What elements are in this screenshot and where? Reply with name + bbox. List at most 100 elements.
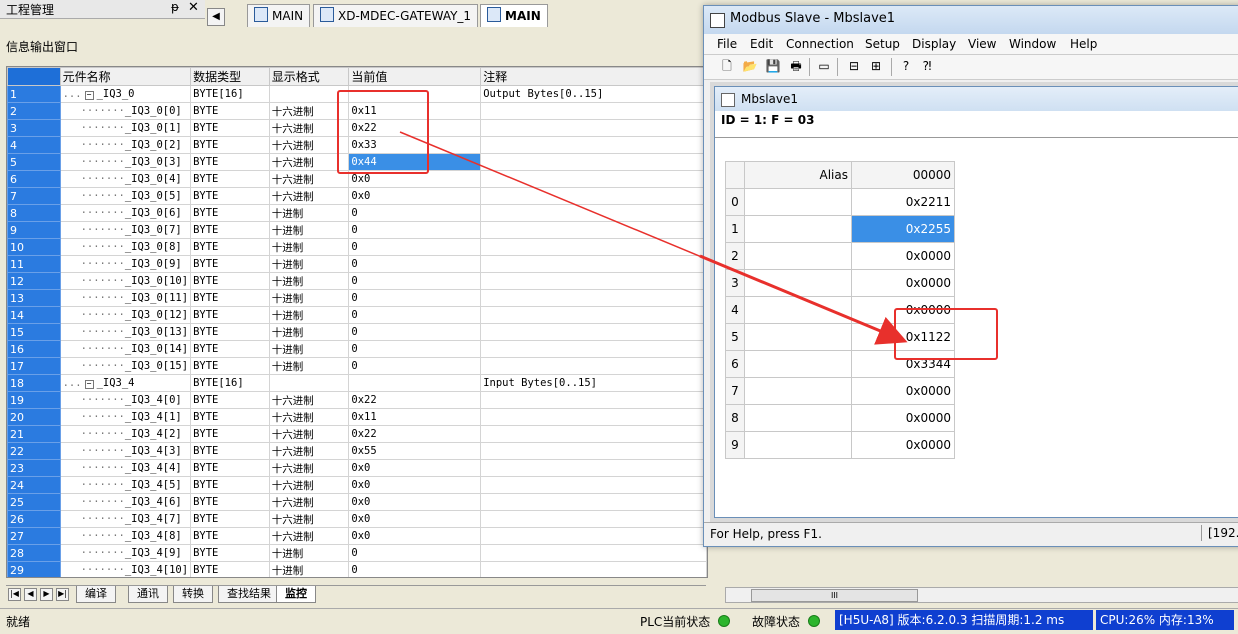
type-cell[interactable]: BYTE	[190, 119, 270, 137]
format-cell[interactable]: 十进制	[268, 561, 350, 577]
row-number[interactable]: 24	[7, 476, 61, 494]
value-cell[interactable]: 0x0	[348, 476, 482, 494]
comment-cell[interactable]	[480, 170, 707, 188]
disconnect-icon[interactable]: ⊞	[868, 58, 884, 74]
value-cell[interactable]: 0x0	[348, 493, 482, 511]
table-row[interactable]: 15 ·······_IQ3_0[13] BYTE 十进制 0	[7, 323, 707, 341]
row-number[interactable]: 7	[7, 187, 61, 205]
value-cell[interactable]: 0	[348, 340, 482, 358]
type-cell[interactable]: BYTE	[190, 340, 270, 358]
modbus-title-bar[interactable]: Modbus Slave - Mbslave1	[704, 6, 1238, 34]
name-cell[interactable]: ·······_IQ3_0[14]	[59, 340, 192, 358]
comment-cell[interactable]	[480, 272, 707, 290]
register-value[interactable]: 0x0000	[851, 269, 955, 297]
row-number[interactable]: 13	[7, 289, 61, 307]
name-cell[interactable]: ·······_IQ3_4[0]	[59, 391, 192, 409]
format-cell[interactable]: 十六进制	[268, 493, 350, 511]
row-number[interactable]: 5	[7, 153, 61, 171]
comment-cell[interactable]	[480, 323, 707, 341]
type-cell[interactable]: BYTE[16]	[190, 85, 270, 103]
register-value[interactable]: 0x0000	[851, 377, 955, 405]
value-cell[interactable]: 0	[348, 544, 482, 562]
tab-main-2[interactable]: MAIN	[480, 4, 548, 27]
value-cell[interactable]: 0	[348, 255, 482, 273]
alias-cell[interactable]	[744, 242, 852, 270]
table-row[interactable]: 12 ·······_IQ3_0[10] BYTE 十进制 0	[7, 272, 707, 290]
name-cell[interactable]: ·······_IQ3_0[9]	[59, 255, 192, 273]
comment-cell[interactable]	[480, 391, 707, 409]
row-number[interactable]: 8	[7, 204, 61, 222]
last-tab-button[interactable]: ▶|	[56, 588, 69, 601]
value-cell[interactable]: 0	[348, 272, 482, 290]
connect-icon[interactable]: ⊟	[846, 58, 862, 74]
col-header-name[interactable]: 元件名称	[59, 67, 192, 86]
row-number[interactable]: 28	[7, 544, 61, 562]
context-help-icon[interactable]: ⁈	[919, 58, 935, 74]
comment-cell[interactable]	[480, 544, 707, 562]
comment-cell[interactable]	[480, 476, 707, 494]
tab-comm[interactable]: 通讯	[128, 586, 168, 603]
comment-cell[interactable]	[480, 255, 707, 273]
table-row[interactable]: 21 ·······_IQ3_4[2] BYTE 十六进制 0x22	[7, 425, 707, 443]
name-cell[interactable]: ·······_IQ3_4[3]	[59, 442, 192, 460]
format-cell[interactable]: 十六进制	[268, 187, 350, 205]
register-row[interactable]: 0 0x2211	[725, 188, 955, 216]
type-cell[interactable]: BYTE[16]	[190, 374, 270, 392]
row-number[interactable]: 22	[7, 442, 61, 460]
name-cell[interactable]: ·······_IQ3_0[2]	[59, 136, 192, 154]
type-cell[interactable]: BYTE	[190, 221, 270, 239]
menu-setup[interactable]: Setup	[865, 37, 900, 51]
type-cell[interactable]: BYTE	[190, 255, 270, 273]
col-header-comment[interactable]: 注释	[480, 67, 707, 86]
alias-header[interactable]: Alias	[744, 161, 852, 189]
collapse-toggle-icon[interactable]: −	[84, 380, 94, 389]
row-number[interactable]: 27	[7, 527, 61, 545]
type-cell[interactable]: BYTE	[190, 357, 270, 375]
alias-cell[interactable]	[744, 350, 852, 378]
register-value[interactable]: 0x2211	[851, 188, 955, 216]
type-cell[interactable]: BYTE	[190, 289, 270, 307]
format-cell[interactable]: 十六进制	[268, 459, 350, 477]
type-cell[interactable]: BYTE	[190, 493, 270, 511]
row-number[interactable]: 16	[7, 340, 61, 358]
row-number[interactable]: 23	[7, 459, 61, 477]
format-cell[interactable]: 十六进制	[268, 391, 350, 409]
register-value[interactable]: 0x0000	[851, 404, 955, 432]
type-cell[interactable]: BYTE	[190, 476, 270, 494]
comment-cell[interactable]	[480, 340, 707, 358]
format-cell[interactable]: 十六进制	[268, 425, 350, 443]
table-row[interactable]: 29 ·······_IQ3_4[10] BYTE 十进制 0	[7, 561, 707, 577]
name-cell[interactable]: ·······_IQ3_0[4]	[59, 170, 192, 188]
comment-cell[interactable]	[480, 153, 707, 171]
type-cell[interactable]: BYTE	[190, 136, 270, 154]
name-cell[interactable]: ·······_IQ3_0[12]	[59, 306, 192, 324]
row-number[interactable]: 1	[7, 85, 61, 103]
register-value[interactable]: 0x2255	[851, 215, 955, 243]
type-cell[interactable]: BYTE	[190, 238, 270, 256]
child-title-bar[interactable]: Mbslave1	[715, 87, 1238, 111]
row-number[interactable]: 11	[7, 255, 61, 273]
format-cell[interactable]: 十进制	[268, 323, 350, 341]
modbus-slave-window[interactable]: Modbus Slave - Mbslave1 File Edit Connec…	[703, 5, 1238, 547]
value-cell[interactable]: 0	[348, 323, 482, 341]
alias-cell[interactable]	[744, 296, 852, 324]
comment-cell[interactable]	[480, 459, 707, 477]
name-cell[interactable]: ... − _IQ3_4	[59, 374, 192, 392]
name-cell[interactable]: ·······_IQ3_4[2]	[59, 425, 192, 443]
table-row[interactable]: 14 ·······_IQ3_0[12] BYTE 十进制 0	[7, 306, 707, 324]
comment-cell[interactable]	[480, 289, 707, 307]
register-value[interactable]: 0x0000	[851, 431, 955, 459]
save-icon[interactable]: 💾	[765, 58, 781, 74]
format-cell[interactable]: 十进制	[268, 255, 350, 273]
type-cell[interactable]: BYTE	[190, 306, 270, 324]
name-cell[interactable]: ·······_IQ3_0[3]	[59, 153, 192, 171]
table-row[interactable]: 10 ·······_IQ3_0[8] BYTE 十进制 0	[7, 238, 707, 256]
table-row[interactable]: 25 ·······_IQ3_4[6] BYTE 十六进制 0x0	[7, 493, 707, 511]
format-cell[interactable]: 十进制	[268, 272, 350, 290]
table-row[interactable]: 23 ·······_IQ3_4[4] BYTE 十六进制 0x0	[7, 459, 707, 477]
name-cell[interactable]: ·······_IQ3_4[1]	[59, 408, 192, 426]
name-cell[interactable]: ·······_IQ3_4[8]	[59, 527, 192, 545]
row-number[interactable]: 14	[7, 306, 61, 324]
table-row[interactable]: 16 ·······_IQ3_0[14] BYTE 十进制 0	[7, 340, 707, 358]
name-cell[interactable]: ·······_IQ3_4[4]	[59, 459, 192, 477]
